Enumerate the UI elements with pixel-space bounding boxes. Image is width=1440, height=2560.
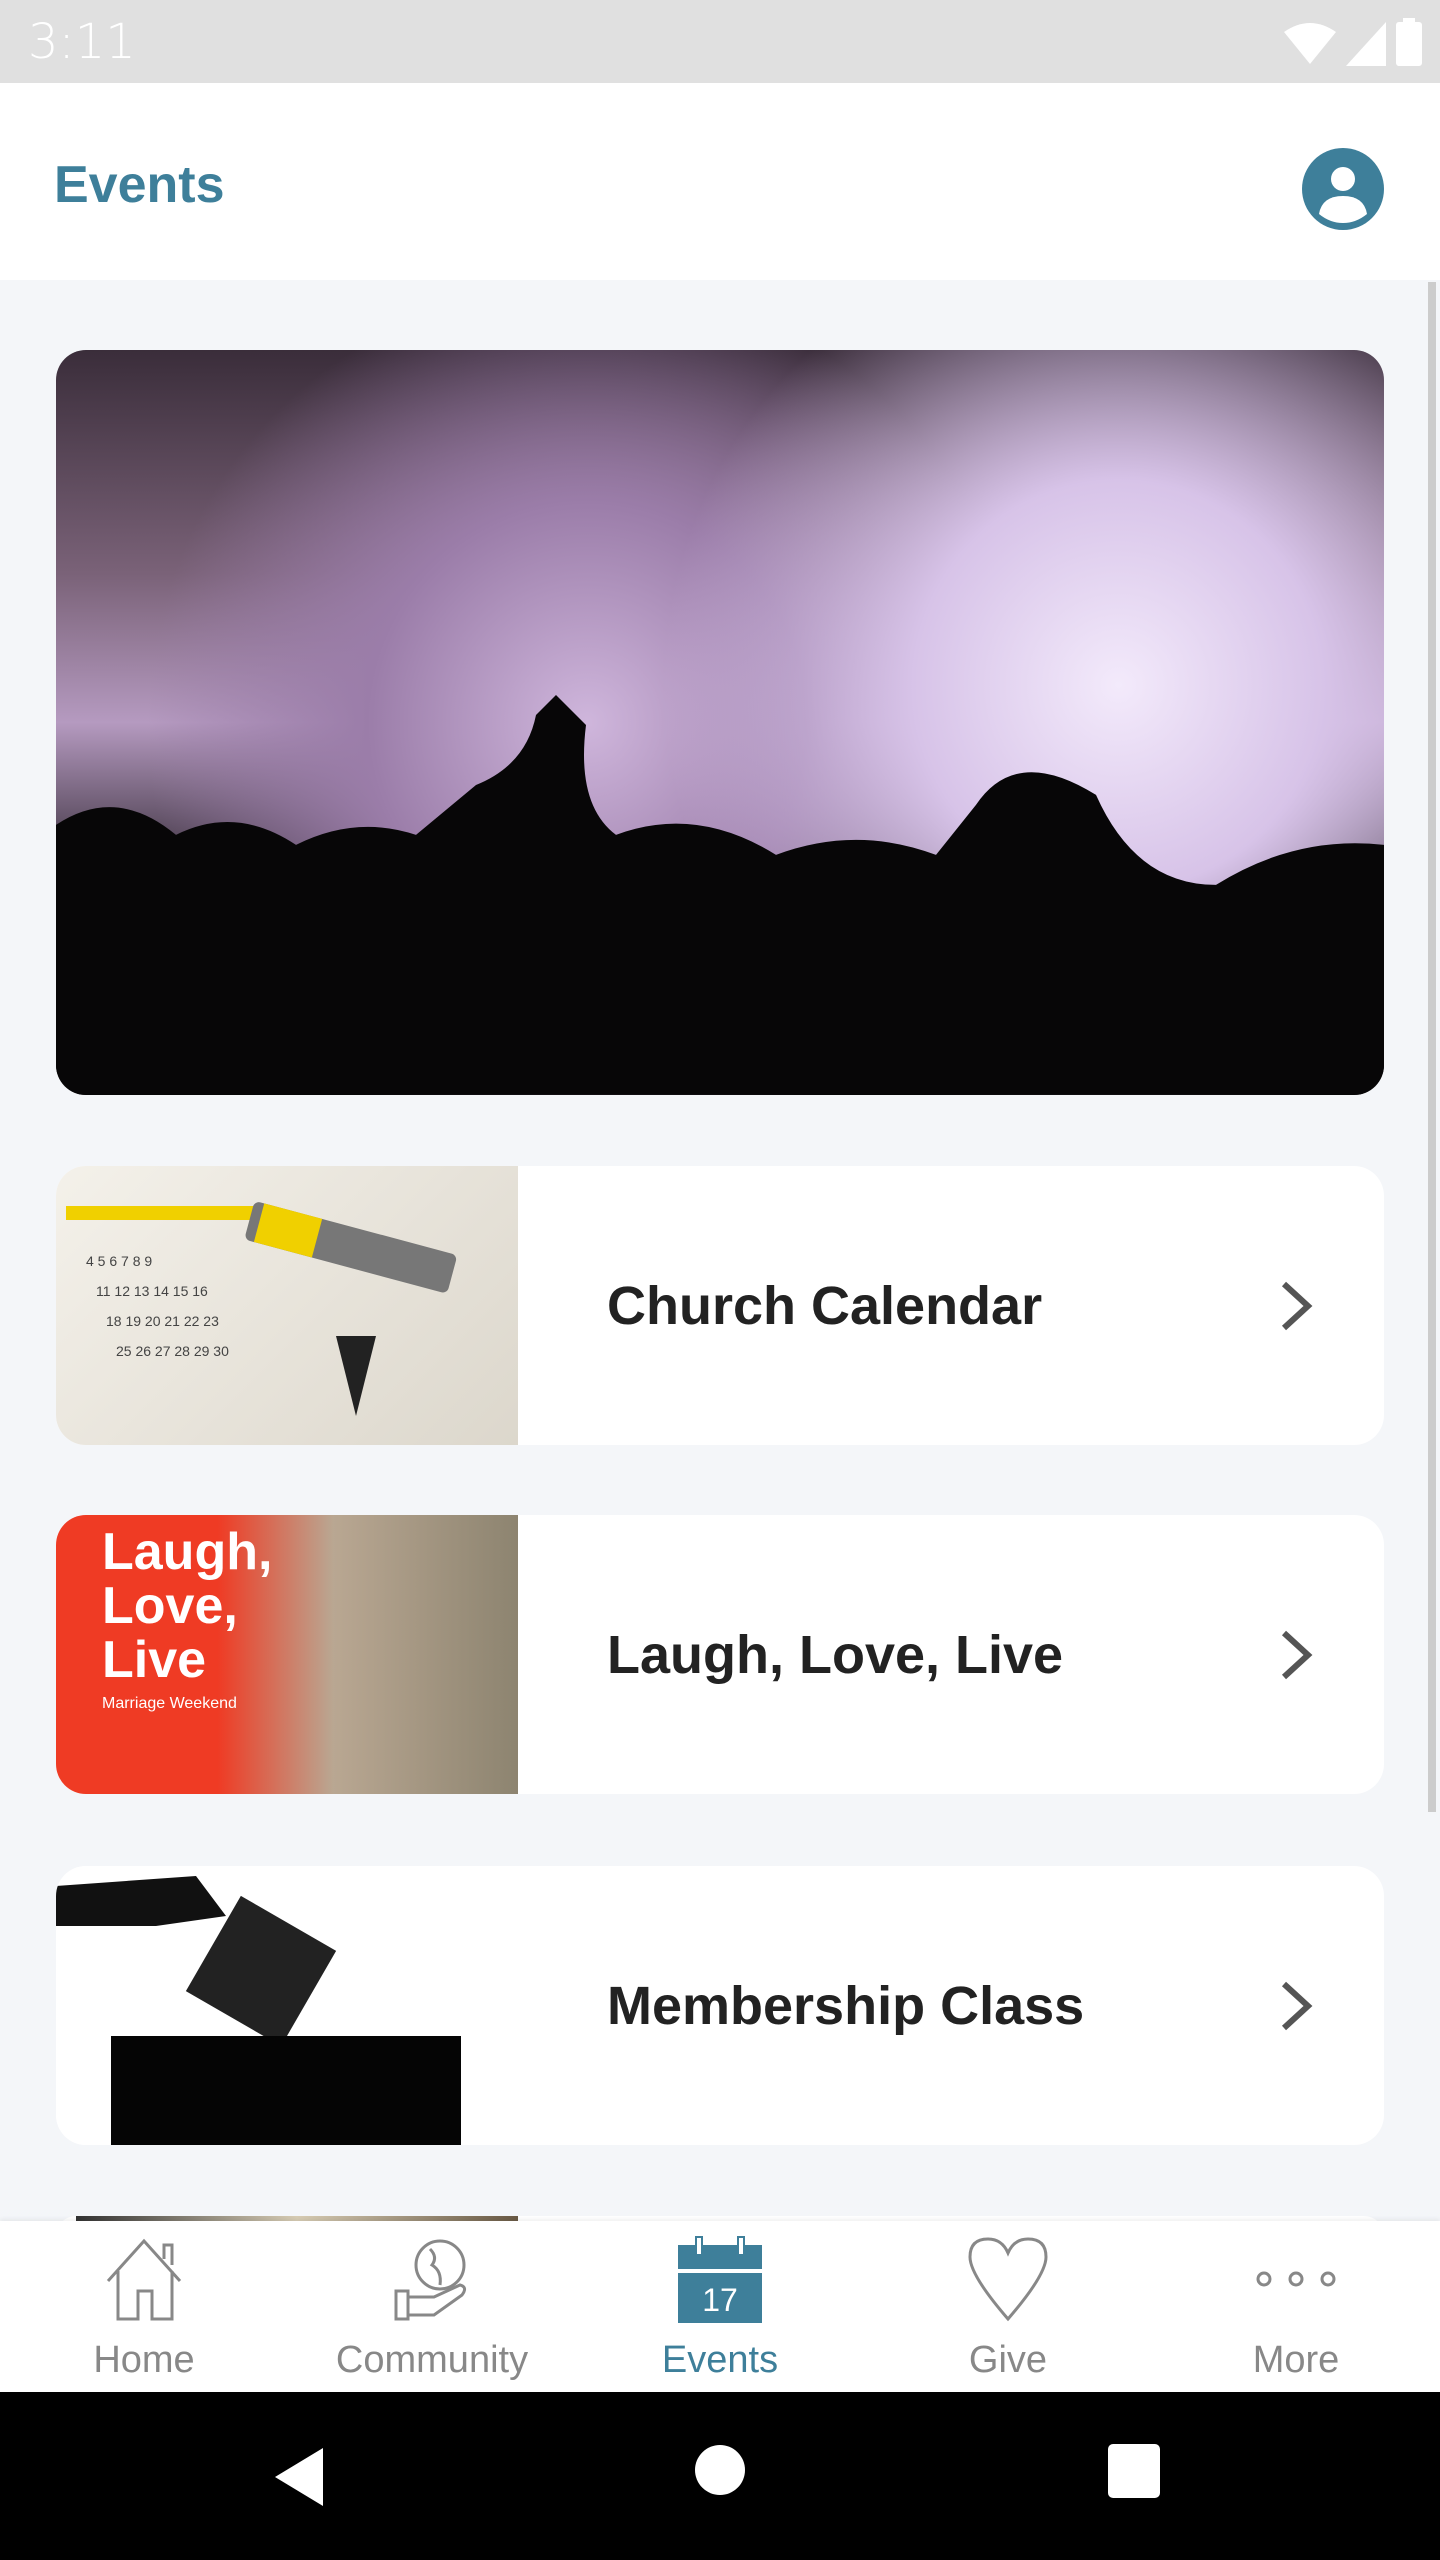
svg-text:4 5 6 7 8 9: 4 5 6 7 8 9 [86,1253,152,1269]
status-time: 3:11 [28,14,136,70]
tab-label: Events [661,2339,779,2381]
more-dots-icon [1256,2271,1336,2287]
tab-more[interactable]: More [1152,2221,1440,2392]
tab-label: Home [93,2339,195,2381]
svg-text:11 12 13 14 15 16: 11 12 13 14 15 16 [96,1283,208,1299]
home-icon [106,2238,182,2321]
calendar-day: 17 [702,2282,738,2318]
event-card-laugh-love-live[interactable]: Laugh, Love, Live Marriage Weekend Laugh… [56,1515,1384,1794]
event-card-church-calendar[interactable]: 4 5 6 7 8 9 11 12 13 14 15 16 18 19 20 21 … [56,1166,1384,1445]
thumb-text: Laugh, Love, Live [102,1523,273,1689]
svg-text:18 19 20 21 22 23: 18 19 20 21 22 23 [106,1313,219,1329]
heart-icon [968,2237,1048,2322]
crowd-silhouette [56,695,1384,1095]
battery-icon [1396,18,1422,66]
chevron-right-icon [1281,1630,1313,1679]
event-label: Church Calendar [607,1275,1043,1336]
thumb-subtext: Marriage Weekend [102,1695,237,1712]
calendar-thumbnail: 4 5 6 7 8 9 11 12 13 14 15 16 18 19 20 21 … [56,1166,518,1445]
chevron-right-icon [1281,1981,1313,2030]
calendar-icon: 17 [678,2236,762,2323]
tab-label: Give [968,2339,1048,2381]
globe-hand-icon [394,2239,467,2321]
tab-give[interactable]: Give [864,2221,1152,2392]
svg-text:25 26 27 28 29 30: 25 26 27 28 29 30 [116,1343,229,1359]
signal-icon [1346,22,1386,66]
event-card-membership-class[interactable]: Membership Class [56,1866,1384,2145]
chevron-right-icon [1281,1281,1313,1330]
marriage-weekend-thumbnail: Laugh, Love, Live Marriage Weekend [56,1515,518,1794]
tab-home[interactable]: Home [0,2221,288,2392]
wifi-icon [1284,23,1336,64]
hero-image[interactable] [56,350,1384,1095]
scrollbar[interactable] [1428,282,1436,1812]
recents-icon[interactable] [1108,2444,1160,2498]
page-title: Events [54,156,225,214]
tab-events[interactable]: 17 Events [576,2221,864,2392]
back-icon[interactable] [275,2448,325,2506]
event-label: Laugh, Love, Live [607,1624,1064,1685]
account-circle-icon[interactable] [1302,148,1384,230]
bottom-navigation: Home Community 17 Events Give More [0,2221,1440,2392]
app-header: Events [0,83,1440,280]
status-bar: 3:11 [0,0,1440,83]
system-navigation-bar [0,2392,1440,2560]
ballot-box-thumbnail [56,1866,518,2145]
home-circle-icon[interactable] [694,2444,746,2496]
tab-label: More [1252,2339,1340,2381]
event-label: Membership Class [607,1975,1085,2036]
tab-label: Community [335,2339,529,2381]
tab-community[interactable]: Community [288,2221,576,2392]
